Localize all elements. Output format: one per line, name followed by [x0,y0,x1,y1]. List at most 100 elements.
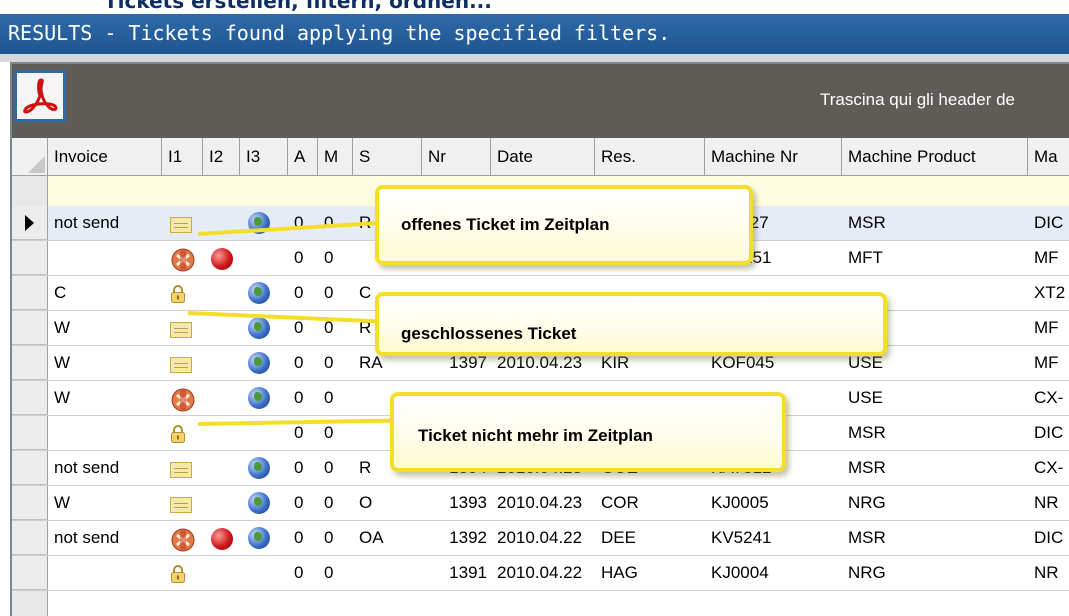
cell-invoice: W [54,318,71,337]
cell-ma: XT2 [1034,283,1066,302]
cell-invoice [54,241,158,275]
table-row[interactable]: 0 0 1391 2010.04.22 HAG KJ0004 NRG NR [12,556,1069,591]
row-selector[interactable] [12,276,48,310]
column-header-12[interactable]: Ma [1028,138,1069,175]
cell-product: NRG [848,563,886,582]
row-selector[interactable] [12,346,48,380]
cell-ma: DIC [1034,423,1064,442]
globe-icon [248,317,270,339]
tutorial-heading-text: Tickets erstellen, filtern, ordnen... [104,0,492,13]
cell-invoice: not send [54,213,120,232]
table-row[interactable]: W 0 0 O 1393 2010.04.23 COR KJ0005 NRG NR [12,486,1069,521]
cell-machine-nr: KV5241 [711,528,772,547]
cell-res: HAG [601,563,638,582]
cell-product: NRG [848,493,886,512]
cell-m: 0 [324,248,334,267]
cell-res: DEE [601,528,636,547]
ticket-open-icon [170,357,192,373]
cell-nr: 1392 [449,528,487,547]
ticket-open-icon [170,217,192,233]
column-header-3[interactable]: I3 [240,138,288,175]
cell-nr: 1391 [449,563,487,582]
cell-invoice: W [54,388,71,407]
row-selector[interactable] [12,556,48,590]
cell-ma: CX- [1034,388,1064,407]
ticket-not-scheduled-icon [170,387,195,412]
results-bar: RESULTS - Tickets found applying the spe… [0,14,1069,54]
callout-unscheduled-text: Ticket nicht mehr im Zeitplan [418,426,653,445]
ticket-open-icon [170,497,192,513]
column-header-2[interactable]: I2 [203,138,240,175]
pdf-export-icon [23,78,58,114]
callout-open-ticket: offenes Ticket im Zeitplan [375,185,753,265]
globe-icon [248,492,270,514]
cell-ma: DIC [1034,528,1064,547]
column-header-8[interactable]: Date [491,138,595,175]
row-cells: 0 0 1391 2010.04.22 HAG KJ0004 NRG NR [48,556,1069,590]
cell-res: COR [601,493,639,512]
row-selector[interactable] [12,451,48,485]
column-header-9[interactable]: Res. [595,138,705,175]
cell-ma: NR [1034,563,1059,582]
row-cells: not send 0 0 OA 1392 2010.04.22 DEE KV5241 MSR DI… [48,521,1069,555]
current-row-indicator-icon [25,215,34,231]
cell-s: O [359,493,373,512]
cell-invoice [54,416,158,450]
ticket-not-scheduled-icon [170,527,195,552]
column-header-5[interactable]: M [318,138,353,175]
cell-ma: MF [1034,248,1059,267]
ticket-closed-icon [170,564,186,583]
cell-invoice: not send [54,528,120,547]
cell-m: 0 [324,493,334,512]
cell-s [359,556,418,590]
cell-m: 0 [324,283,334,302]
row-selector[interactable] [12,206,48,240]
column-header-0[interactable]: Invoice [48,138,162,175]
ticket-open-icon [170,462,192,478]
cell-ma: CX- [1034,458,1064,477]
cell-m: 0 [324,458,334,477]
cell-a: 0 [294,528,304,547]
globe-icon [248,527,270,549]
row-selector[interactable] [12,521,48,555]
separator [0,54,1069,62]
cell-invoice: W [54,353,71,372]
row-selector[interactable] [12,311,48,345]
row-selector[interactable] [12,241,48,275]
results-bar-title: RESULTS - Tickets found applying the spe… [8,21,671,45]
callout-unscheduled-ticket: Ticket nicht mehr im Zeitplan [390,392,786,472]
callout-open-text: offenes Ticket im Zeitplan [401,215,610,234]
column-header-10[interactable]: Machine Nr [705,138,842,175]
cell-a: 0 [294,458,304,477]
table-row[interactable]: not send 0 0 OA 1392 2010.04.22 DEE KV5241 MSR DI… [12,521,1069,556]
column-header-6[interactable]: S [353,138,422,175]
cell-m: 0 [324,528,334,547]
cell-product: MFT [848,248,883,267]
cell-a: 0 [294,213,304,232]
cell-product: MSR [848,423,886,442]
cell-date: 2010.04.22 [497,528,583,547]
cell-product: MSR [848,458,886,477]
cell-ma: DIC [1034,213,1064,232]
select-all-corner[interactable] [12,138,48,175]
cell-a: 0 [294,353,304,372]
cell-invoice [54,556,158,590]
cell-invoice: W [54,493,71,512]
cell-date: 2010.04.22 [497,563,583,582]
cell-a: 0 [294,248,304,267]
column-header-11[interactable]: Machine Product [842,138,1028,175]
row-selector[interactable] [12,381,48,415]
cell-a: 0 [294,388,304,407]
cell-ma: MF [1034,353,1059,372]
column-header-4[interactable]: A [288,138,318,175]
cell-m: 0 [324,318,334,337]
pdf-export-button[interactable] [14,70,66,122]
cell-a: 0 [294,563,304,582]
cell-s: OA [359,528,384,547]
row-selector[interactable] [12,416,48,450]
column-header-row: Invoice I1 I2 I3 A M S Nr Date Res. Machine Nr Mach… [12,138,1069,176]
column-header-7[interactable]: Nr [422,138,491,175]
column-header-1[interactable]: I1 [162,138,203,175]
row-selector[interactable] [12,486,48,520]
ticket-closed-icon [170,284,186,303]
